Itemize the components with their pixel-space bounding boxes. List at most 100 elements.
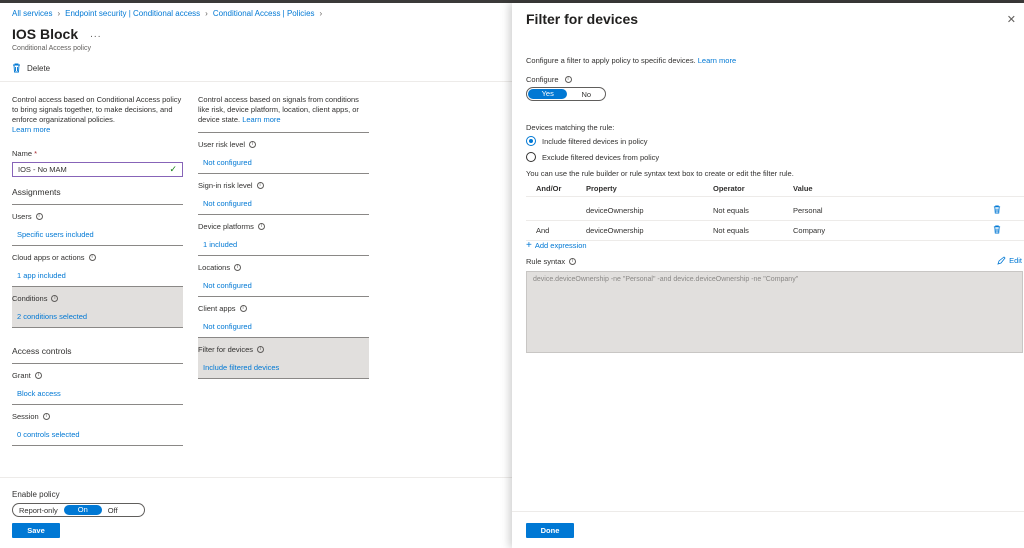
condition-signin-risk[interactable]: Sign-in risk level i Not configured xyxy=(198,174,369,215)
breadcrumb-endpoint-security[interactable]: Endpoint security | Conditional access xyxy=(65,9,200,18)
radio-exclude[interactable]: Exclude filtered devices from policy xyxy=(526,152,659,162)
locations-value[interactable]: Not configured xyxy=(198,281,369,290)
condition-device-platforms[interactable]: Device platforms i 1 included xyxy=(198,215,369,256)
delete-button[interactable]: Delete xyxy=(12,63,50,73)
edit-button[interactable]: Edit xyxy=(997,256,1022,265)
users-item[interactable]: Users i Specific users included xyxy=(12,205,183,246)
radio-button-selected[interactable] xyxy=(526,136,536,146)
chevron-right-icon: › xyxy=(57,9,61,18)
table-row[interactable]: And deviceOwnership Not equals Company xyxy=(526,221,1024,241)
client-apps-value[interactable]: Not configured xyxy=(198,322,369,331)
condition-client-apps[interactable]: Client apps i Not configured xyxy=(198,297,369,338)
on-option[interactable]: On xyxy=(63,505,102,515)
configure-label: Configure i xyxy=(526,75,572,84)
learn-more-link[interactable]: Learn more xyxy=(698,56,736,65)
pencil-icon xyxy=(997,256,1006,265)
col-operator: Operator xyxy=(713,183,745,193)
edit-label: Edit xyxy=(1009,256,1022,265)
info-icon[interactable]: i xyxy=(42,413,50,420)
row-operator[interactable]: Not equals xyxy=(713,206,793,215)
panel-footer-divider xyxy=(512,511,1024,512)
client-apps-label: Client apps xyxy=(198,304,236,313)
panel-title: Filter for devices xyxy=(526,11,639,27)
info-icon[interactable]: i xyxy=(564,76,572,83)
condition-filter-devices[interactable]: Filter for devices i Include filtered dev… xyxy=(198,338,369,379)
radio-button[interactable] xyxy=(526,152,536,162)
conditions-description: Control access based on signals from con… xyxy=(198,95,369,125)
footer-divider xyxy=(0,477,512,478)
radio-include-label: Include filtered devices in policy xyxy=(542,136,648,146)
conditions-value[interactable]: 2 conditions selected xyxy=(12,312,183,321)
user-risk-value[interactable]: Not configured xyxy=(198,158,369,167)
add-expression-button[interactable]: + Add expression xyxy=(526,240,587,251)
matching-label: Devices matching the rule: xyxy=(526,123,615,132)
info-icon[interactable]: i xyxy=(35,213,43,220)
assignments-heading: Assignments xyxy=(12,177,183,205)
info-icon[interactable]: i xyxy=(569,258,577,265)
no-option[interactable]: No xyxy=(567,90,605,99)
rule-syntax-textbox[interactable]: device.deviceOwnership -ne "Personal" -a… xyxy=(526,271,1023,353)
info-icon[interactable]: i xyxy=(257,346,265,353)
cloud-apps-item[interactable]: Cloud apps or actions i 1 app included xyxy=(12,246,183,287)
condition-locations[interactable]: Locations i Not configured xyxy=(198,256,369,297)
row-andor[interactable]: And xyxy=(526,226,586,235)
enable-policy-toggle[interactable]: Report-only On Off xyxy=(12,503,145,517)
rule-hint: You can use the rule builder or rule syn… xyxy=(526,169,794,178)
trash-icon[interactable] xyxy=(993,225,1013,236)
table-row[interactable]: deviceOwnership Not equals Personal xyxy=(526,201,1024,221)
breadcrumb-ca-policies[interactable]: Conditional Access | Policies xyxy=(213,9,315,18)
table-header: And/Or Property Operator Value xyxy=(526,180,1024,197)
info-icon[interactable]: i xyxy=(249,141,257,148)
learn-more-link[interactable]: Learn more xyxy=(242,115,280,124)
condition-user-risk[interactable]: User risk level i Not configured xyxy=(198,133,369,174)
grant-value[interactable]: Block access xyxy=(12,389,183,398)
radio-include[interactable]: Include filtered devices in policy xyxy=(526,136,647,146)
users-label: Users xyxy=(12,212,32,221)
done-button[interactable]: Done xyxy=(526,523,574,538)
info-icon[interactable]: i xyxy=(239,305,247,312)
rule-builder-table: And/Or Property Operator Value deviceOwn… xyxy=(526,180,1024,241)
add-expression-label: Add expression xyxy=(534,241,587,250)
conditions-item[interactable]: Conditions i 2 conditions selected xyxy=(12,287,183,328)
radio-exclude-label: Exclude filtered devices from policy xyxy=(542,152,660,162)
panel-intro: Configure a filter to apply policy to sp… xyxy=(526,56,736,65)
report-only-option[interactable]: Report-only xyxy=(13,506,64,515)
name-input[interactable]: IOS - No MAM ✓ xyxy=(12,162,183,177)
trash-icon[interactable] xyxy=(993,205,1013,216)
session-label: Session xyxy=(12,412,39,421)
info-icon[interactable]: i xyxy=(51,295,59,302)
info-icon[interactable]: i xyxy=(34,372,42,379)
more-options-icon[interactable]: ... xyxy=(90,29,101,40)
chevron-right-icon: › xyxy=(319,9,323,18)
conditions-column: Control access based on signals from con… xyxy=(198,95,369,379)
policy-settings-column: Control access based on Conditional Acce… xyxy=(12,95,183,446)
filter-devices-value[interactable]: Include filtered devices xyxy=(198,363,369,372)
name-input-value: IOS - No MAM xyxy=(18,165,67,174)
info-icon[interactable]: i xyxy=(256,182,264,189)
signin-risk-value[interactable]: Not configured xyxy=(198,199,369,208)
session-value[interactable]: 0 controls selected xyxy=(12,430,183,439)
device-platforms-value[interactable]: 1 included xyxy=(198,240,369,249)
row-property[interactable]: deviceOwnership xyxy=(586,226,713,235)
row-value[interactable]: Company xyxy=(793,226,993,235)
info-icon[interactable]: i xyxy=(234,264,242,271)
panel-intro-text: Configure a filter to apply policy to sp… xyxy=(526,56,696,65)
row-property[interactable]: deviceOwnership xyxy=(586,206,713,215)
save-button[interactable]: Save xyxy=(12,523,60,538)
users-value[interactable]: Specific users included xyxy=(12,230,183,239)
off-option[interactable]: Off xyxy=(102,506,124,515)
col-value: Value xyxy=(793,183,813,193)
row-operator[interactable]: Not equals xyxy=(713,226,793,235)
info-icon[interactable]: i xyxy=(88,254,96,261)
configure-toggle[interactable]: Yes No xyxy=(526,87,606,101)
yes-option[interactable]: Yes xyxy=(528,89,568,99)
cloud-apps-value[interactable]: 1 app included xyxy=(12,271,183,280)
row-value[interactable]: Personal xyxy=(793,206,993,215)
close-icon[interactable]: ✕ xyxy=(1007,13,1016,26)
learn-more-link[interactable]: Learn more xyxy=(12,125,50,134)
breadcrumb-all-services[interactable]: All services xyxy=(12,9,52,18)
grant-item[interactable]: Grant i Block access xyxy=(12,364,183,405)
filter-devices-label: Filter for devices xyxy=(198,345,254,354)
session-item[interactable]: Session i 0 controls selected xyxy=(12,405,183,446)
info-icon[interactable]: i xyxy=(257,223,265,230)
